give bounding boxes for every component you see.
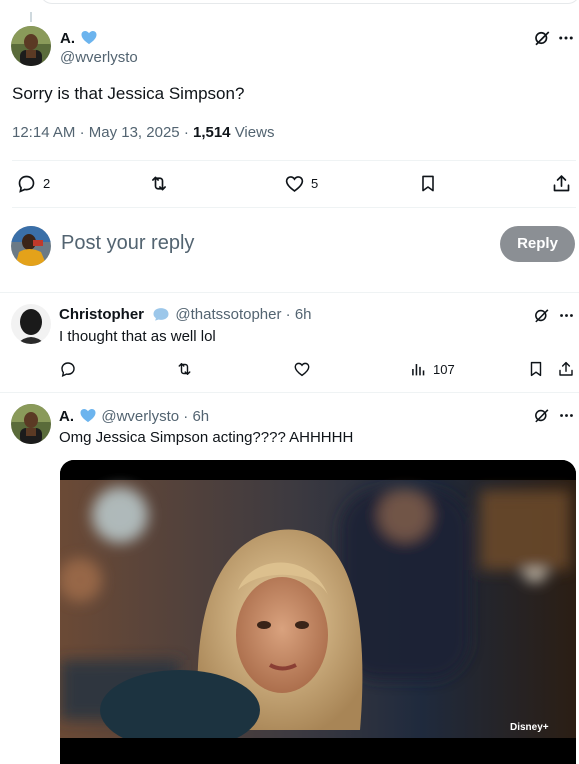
grok-icon[interactable]	[533, 307, 551, 325]
reply-age[interactable]: 6h	[192, 408, 209, 425]
share-button[interactable]	[557, 360, 575, 378]
reply-icon	[59, 360, 77, 378]
reply-header: Christopher @thatssotopher · 6h	[59, 306, 312, 326]
views-count: 107	[433, 361, 455, 377]
reply-count: 2	[43, 176, 51, 191]
display-name[interactable]: A.	[60, 30, 75, 47]
tweet-text: Sorry is that Jessica Simpson?	[12, 84, 245, 103]
like-button[interactable]	[293, 360, 311, 378]
divider	[12, 160, 576, 161]
thread-connector-line	[30, 12, 32, 22]
reply-header: A. @wverlysto · 6h	[59, 406, 209, 428]
avatar[interactable]	[11, 26, 51, 66]
more-icon[interactable]	[558, 307, 576, 325]
grok-icon[interactable]	[533, 29, 551, 47]
author-handle[interactable]: @wverlysto	[60, 49, 138, 66]
views-icon	[410, 360, 427, 378]
avatar[interactable]	[11, 404, 51, 444]
verified-badge-icon	[79, 406, 97, 428]
share-icon	[551, 173, 572, 194]
retweet-icon	[175, 360, 194, 378]
author-name[interactable]: A.	[60, 28, 98, 50]
reply-submit-button[interactable]: Reply	[500, 226, 575, 262]
author-handle[interactable]: @thatssotopher	[175, 306, 281, 323]
display-name[interactable]: A.	[59, 408, 74, 425]
like-icon	[284, 173, 305, 194]
share-icon	[557, 360, 575, 378]
bookmark-button[interactable]	[527, 360, 545, 378]
verified-badge-icon	[151, 306, 171, 326]
reply-button[interactable]	[59, 360, 77, 378]
tweet-time[interactable]: 12:14 AM	[12, 124, 75, 141]
disney-plus-watermark: Disney+	[510, 722, 549, 733]
like-button[interactable]: 5	[284, 173, 318, 194]
previous-tweet-edge	[0, 0, 579, 8]
video-frame: Disney+	[60, 460, 576, 764]
author-handle[interactable]: @wverlysto	[101, 408, 179, 425]
more-icon[interactable]	[557, 29, 575, 47]
views-label: Views	[234, 124, 275, 141]
retweet-icon	[148, 173, 170, 194]
verified-badge-icon	[80, 28, 98, 50]
share-button[interactable]	[551, 173, 572, 194]
reply-text: I thought that as well lol	[59, 328, 216, 345]
grok-icon[interactable]	[533, 407, 551, 425]
views-button[interactable]: 107	[410, 360, 455, 378]
bookmark-icon	[527, 360, 545, 378]
like-icon	[293, 360, 311, 378]
divider	[0, 392, 579, 393]
reply-input[interactable]: Post your reply	[61, 232, 194, 255]
more-icon[interactable]	[558, 407, 576, 425]
like-count: 5	[311, 176, 319, 191]
reply-icon	[16, 173, 37, 194]
bookmark-button[interactable]	[418, 173, 438, 194]
views-count: 1,514	[192, 124, 231, 141]
avatar[interactable]	[11, 304, 51, 344]
reply-age[interactable]: 6h	[295, 306, 312, 323]
retweet-button[interactable]	[175, 360, 194, 378]
divider	[12, 207, 576, 208]
divider	[0, 292, 579, 293]
video-player[interactable]: Disney+	[60, 460, 576, 764]
tweet-meta: 12:14 AM · May 13, 2025 · 1,514 Views	[12, 124, 275, 141]
avatar[interactable]	[11, 226, 51, 266]
tweet-date[interactable]: May 13, 2025	[89, 124, 180, 141]
bookmark-icon	[418, 173, 438, 194]
reply-text: Omg Jessica Simpson acting???? AHHHHH	[59, 429, 354, 446]
display-name[interactable]: Christopher	[59, 306, 144, 323]
reply-button[interactable]: 2	[16, 173, 50, 194]
retweet-button[interactable]	[148, 173, 170, 194]
